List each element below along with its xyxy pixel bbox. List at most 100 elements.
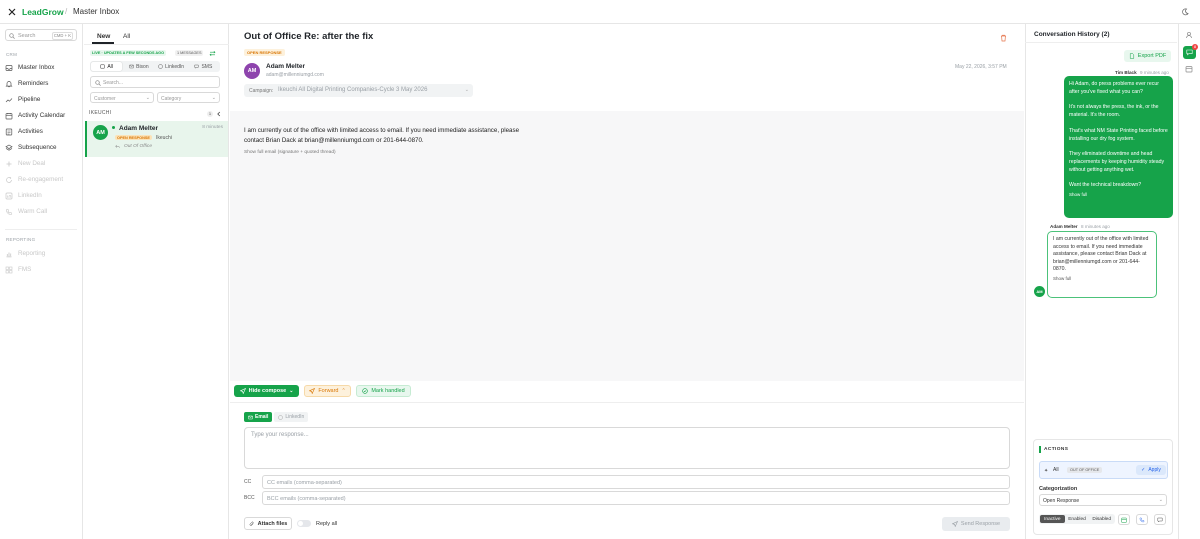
messages-count-badge: 1 MESSAGES — [175, 50, 204, 56]
channel-sms-button[interactable]: SMS — [188, 62, 219, 71]
channel-bison-button[interactable]: Bison — [123, 62, 154, 71]
channel-filter: All Bison LinkedIn SMS — [90, 61, 220, 72]
incoming-message-text: I am currently out of the office with li… — [1053, 236, 1149, 273]
reply-all-toggle[interactable] — [297, 520, 311, 527]
status-inactive-button[interactable]: Inactive — [1040, 515, 1065, 523]
sidebar-search-placeholder: Search — [18, 32, 36, 39]
response-textarea[interactable]: Type your response... — [244, 427, 1010, 469]
group-label: IKEUCHI — [89, 110, 112, 116]
category-dropdown-placeholder: Category — [161, 95, 182, 102]
sidebar-item-fms[interactable]: FMS — [5, 264, 81, 275]
cc-input[interactable]: CC emails (comma-separated) — [262, 475, 1010, 489]
apply-label: Apply — [1148, 467, 1161, 473]
incoming-show-full-link[interactable]: Show full — [1053, 275, 1151, 283]
chat-icon — [1186, 49, 1193, 56]
calendar-icon — [1121, 517, 1127, 523]
ai-category-tag: OUT OF OFFICE — [1067, 467, 1103, 473]
send-icon — [951, 521, 958, 527]
forward-button[interactable]: Forward ⌃ — [304, 385, 351, 397]
outgoing-show-full-link[interactable]: Show full — [1069, 191, 1168, 199]
history-title: Conversation History (2) — [1034, 31, 1110, 38]
categorization-label: Categorization — [1039, 486, 1078, 492]
sidebar-item-subsequence[interactable]: Subsequence — [5, 142, 81, 153]
export-pdf-button[interactable]: Export PDF — [1124, 50, 1171, 62]
tab-all[interactable]: All — [123, 33, 130, 40]
list-divider — [84, 44, 229, 45]
compose-tab-email[interactable]: Email — [244, 412, 273, 422]
channel-all-button[interactable]: All — [91, 62, 123, 71]
sidebar-item-re-engagement[interactable]: Re-engagement — [5, 174, 81, 185]
refresh-icon — [6, 176, 12, 183]
outgoing-paragraph: They eliminated downtime and head replac… — [1069, 151, 1165, 173]
sidebar-item-activities[interactable]: Activities — [5, 126, 81, 137]
sidebar-item-label: LinkedIn — [18, 192, 42, 199]
attach-files-label: Attach files — [257, 520, 288, 527]
customer-dropdown[interactable]: Customer ⌄ — [90, 92, 154, 103]
categorization-dropdown[interactable]: Open Response ⌄ — [1039, 494, 1167, 506]
calendar-icon — [5, 112, 13, 119]
sidebar-item-new-deal[interactable]: New Deal — [5, 158, 81, 169]
status-disabled-button[interactable]: Disabled — [1089, 515, 1114, 523]
send-response-button[interactable]: Send Response — [942, 517, 1010, 531]
tab-new[interactable]: New — [97, 33, 110, 40]
sidebar-item-activity-calendar[interactable]: Activity Calendar — [5, 110, 81, 121]
sidebar-item-label: Re-engagement — [18, 176, 64, 183]
conversation-preview: Out Of Office — [124, 144, 152, 149]
message-action-button[interactable] — [1154, 514, 1166, 525]
attach-files-button[interactable]: Attach files — [244, 517, 292, 530]
categorization-value: Open Response — [1043, 497, 1080, 504]
group-count-badge: 1 — [207, 111, 213, 117]
category-dropdown[interactable]: Category ⌄ — [157, 92, 220, 103]
moon-icon[interactable] — [1181, 8, 1189, 16]
sparkle-icon: ✦ — [1044, 467, 1049, 474]
sidebar-search-input[interactable]: Search CMD + K — [5, 29, 77, 41]
outgoing-sender: Tim Black — [1115, 70, 1137, 75]
outgoing-paragraph: It's not always the press, the ink, or t… — [1069, 104, 1159, 119]
show-full-email-link[interactable]: Show full email (signature + quoted thre… — [244, 150, 336, 155]
compose-tab-email-label: Email — [255, 414, 269, 420]
compose-tab-linkedin[interactable]: LinkedIn — [274, 412, 309, 422]
call-action-button[interactable] — [1136, 514, 1148, 525]
refresh-list-icon[interactable] — [209, 50, 216, 57]
forward-icon — [309, 388, 316, 394]
conversation-search-input[interactable]: Search... — [90, 76, 220, 88]
linkedin-icon — [158, 64, 163, 69]
actions-card: ACTIONS ✦ All OUT OF OFFICE ✓ Apply Cate… — [1033, 439, 1173, 535]
incoming-message-bubble: I am currently out of the office with li… — [1047, 231, 1157, 298]
chevron-left-icon[interactable] — [216, 111, 222, 117]
crm-section-label: CRM — [6, 52, 18, 57]
top-bar: LeadGrow / Master Inbox — [0, 0, 1200, 24]
campaign-selector[interactable]: Campaign: Ikeuchi All Digital Printing C… — [244, 84, 473, 97]
page-title: Master Inbox — [73, 7, 120, 16]
calendar-icon[interactable] — [1185, 65, 1193, 73]
inbox-icon — [100, 64, 106, 69]
sidebar-item-pipeline[interactable]: Pipeline — [5, 94, 81, 105]
outgoing-paragraph: Want the technical breakdown? — [1069, 182, 1142, 189]
sidebar-item-reminders[interactable]: Reminders — [5, 78, 81, 89]
sidebar-item-master-inbox[interactable]: Master Inbox — [5, 62, 81, 73]
apply-button[interactable]: ✓ Apply — [1136, 465, 1166, 475]
sidebar-item-reporting[interactable]: Reporting — [5, 248, 81, 259]
cc-label: CC — [244, 479, 252, 485]
sidebar-item-label: Warm Call — [18, 208, 48, 215]
chevron-down-icon: ⌄ — [211, 95, 216, 101]
brand-logo[interactable]: LeadGrow — [22, 7, 64, 17]
channel-linkedin-button[interactable]: LinkedIn — [156, 62, 187, 71]
mark-handled-button[interactable]: Mark handled — [356, 385, 411, 397]
conversation-item[interactable]: AM Adam Melter 8 minutes OPEN RESPONSE I… — [85, 121, 228, 157]
sidebar-item-linkedin[interactable]: LinkedIn — [5, 190, 81, 201]
trash-icon[interactable] — [1000, 34, 1007, 42]
calendar-action-button[interactable] — [1118, 514, 1130, 525]
close-icon[interactable] — [8, 8, 16, 16]
sidebar-item-warm-call[interactable]: Warm Call — [5, 206, 81, 217]
file-icon — [1129, 53, 1134, 59]
send-icon — [239, 388, 246, 394]
phone-icon — [6, 208, 13, 215]
hide-compose-button[interactable]: Hide compose ⌄ — [234, 385, 299, 397]
bcc-input[interactable]: BCC emails (comma-separated) — [262, 491, 1010, 505]
reply-all-label: Reply all — [316, 521, 338, 527]
conversation-company: Ikeuchi — [156, 135, 172, 141]
channel-all-label: All — [107, 63, 113, 70]
user-icon[interactable] — [1185, 31, 1193, 39]
status-enabled-button[interactable]: Enabled — [1065, 515, 1090, 523]
